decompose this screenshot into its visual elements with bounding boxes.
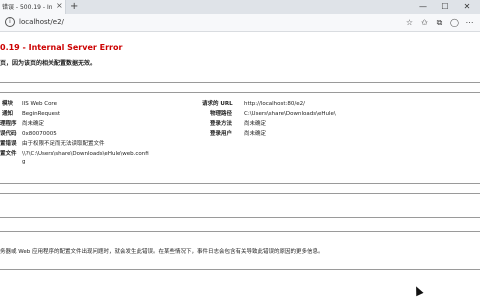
detail-label: 请求的 URL [202, 101, 233, 107]
detail-label: 理程序 [0, 121, 17, 127]
detail-value: http://localhost:80/e2/ [244, 101, 305, 107]
divider [0, 269, 480, 270]
detail-label: 物理路径 [210, 111, 233, 117]
detail-value: 尚未确定 [244, 131, 267, 137]
mouse-cursor-icon [412, 284, 424, 297]
detail-value: IIS Web Core [22, 101, 57, 107]
new-tab-button[interactable]: + [70, 0, 78, 13]
divider [0, 193, 480, 194]
divider [0, 231, 480, 232]
detail-value-wrap: g [22, 159, 26, 165]
detail-value: C:\Users\share\Downloads\eHule\ [244, 111, 336, 117]
divider [0, 82, 480, 83]
maximize-button[interactable]: ☐ [434, 0, 456, 14]
detail-value: \\?\C:\Users\share\Downloads\eHule\web.c… [22, 151, 149, 157]
minimize-button[interactable]: — [412, 0, 434, 14]
divider [0, 217, 480, 218]
detail-label: 模块 [2, 101, 14, 107]
divider [0, 92, 480, 93]
error-description: 务器或 Web 应用程序的配置文件出现问题时，就会发生此错误。在某些情况下，事件… [0, 249, 324, 255]
profile-icon[interactable]: ◯ [448, 16, 461, 29]
detail-label: 误代码 [0, 131, 17, 137]
detail-value: 由于权限不足而无法读取配置文件 [22, 141, 105, 147]
error-title: 0.19 - Internal Server Error [0, 43, 123, 52]
collections-icon[interactable]: ⧉ [433, 16, 446, 29]
detail-value: 尚未确定 [22, 121, 45, 127]
detail-label: 置文件 [0, 151, 17, 157]
close-window-button[interactable]: ✕ [456, 0, 478, 14]
detail-label: 登录用户 [210, 131, 233, 137]
detail-value: 0x80070005 [22, 131, 57, 137]
favorites-icon[interactable]: ✩ [418, 16, 431, 29]
tab-strip: 错误 - 500.19 - Inte × + — ☐ ✕ [0, 0, 480, 14]
detail-value: BeginRequest [22, 111, 61, 117]
address-input[interactable]: localhost/e2/ [19, 18, 64, 26]
divider [0, 183, 480, 184]
star-outline-icon[interactable]: ☆ [403, 16, 416, 29]
browser-tab[interactable]: 错误 - 500.19 - Inte × [0, 0, 66, 14]
close-tab-icon[interactable]: × [56, 1, 63, 11]
address-bar-row: i localhost/e2/ ☆ ✩ ⧉ ◯ ⋯ [0, 14, 480, 32]
detail-value: 尚未确定 [244, 121, 267, 127]
site-info-icon[interactable]: i [5, 17, 15, 27]
window-controls: — ☐ ✕ [412, 0, 478, 14]
more-icon[interactable]: ⋯ [463, 16, 476, 29]
detail-label: 通知 [2, 111, 14, 117]
detail-label: 置错误 [0, 141, 17, 147]
tab-title: 错误 - 500.19 - Inte [2, 4, 52, 11]
error-subtitle: 页，因为该页的相关配置数据无效。 [0, 60, 97, 67]
detail-label: 登录方法 [210, 121, 233, 127]
